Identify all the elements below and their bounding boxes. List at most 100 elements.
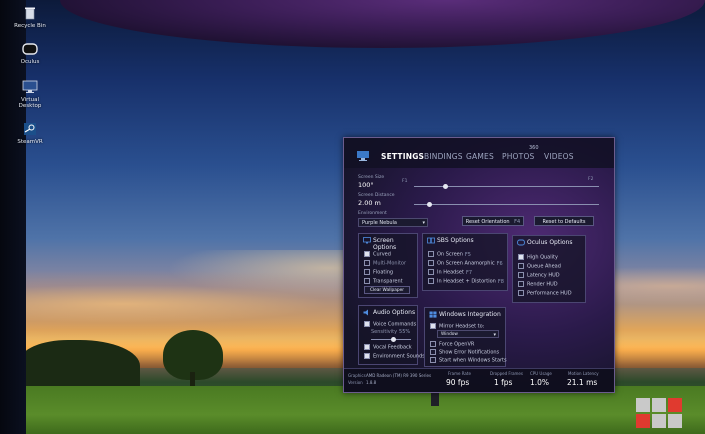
option-multi-monitor[interactable]: Multi-Monitor <box>364 260 406 267</box>
tab-settings[interactable]: SETTINGS <box>381 152 424 161</box>
option-key: F7 <box>465 269 473 276</box>
environment-dropdown[interactable]: Purple Nebula ▾ <box>358 218 428 227</box>
option-sbs-in-headset[interactable]: In Headset F7 <box>428 269 472 276</box>
sbs-options-box: SBS Options On Screen F5 On Screen Anamor… <box>422 233 508 291</box>
option-label: Start when Windows Starts <box>439 357 507 364</box>
option-sensitivity: Sensitivity 55% <box>371 329 410 335</box>
environment-selected: Purple Nebula <box>362 220 397 226</box>
option-sbs-anamorphic[interactable]: On Screen Anamorphic F6 <box>428 260 503 267</box>
watermark-square <box>636 414 650 428</box>
checkbox[interactable] <box>364 344 370 350</box>
checkbox[interactable] <box>518 263 524 269</box>
mirror-target-dropdown[interactable]: Window ▾ <box>437 330 499 338</box>
option-transparent[interactable]: Transparent <box>364 278 403 285</box>
option-label: Sensitivity <box>371 329 398 335</box>
option-key: F8 <box>497 278 504 285</box>
checkbox[interactable] <box>428 260 434 266</box>
option-environment-sounds[interactable]: Environment Sounds <box>364 353 425 360</box>
option-render-hud[interactable]: Render HUD <box>518 281 558 288</box>
screen-size-slider-knob[interactable] <box>443 184 448 189</box>
watermark-square <box>652 414 666 428</box>
checkbox[interactable] <box>364 269 370 275</box>
desktop-icon-label: SteamVR <box>17 139 43 145</box>
watermark-logo <box>636 398 698 428</box>
screen-size-slider[interactable] <box>414 186 599 187</box>
checkbox[interactable] <box>518 254 524 260</box>
option-label: Queue Ahead <box>527 263 561 270</box>
checkbox[interactable] <box>428 278 434 284</box>
reset-defaults-button[interactable]: Reset to Defaults <box>534 216 594 226</box>
checkbox[interactable] <box>430 357 436 363</box>
checkbox[interactable] <box>428 251 434 257</box>
desktop-icon-label: Recycle Bin <box>14 23 46 29</box>
reset-orientation-button[interactable]: Reset Orientation F4 <box>462 216 524 226</box>
gpu-label: Graphics <box>348 373 366 378</box>
chevron-down-icon: ▾ <box>493 332 496 338</box>
checkbox[interactable] <box>518 272 524 278</box>
metric-label: Dropped Frames <box>490 371 523 376</box>
checkbox[interactable] <box>364 260 370 266</box>
clear-wallpaper-button[interactable]: Clear Wallpaper <box>364 286 410 294</box>
top-navigation: SETTINGS BINDINGS GAMES 360 PHOTOS VIDEO… <box>344 138 614 168</box>
screen-size-value: 100° <box>358 181 374 189</box>
screen-distance-slider-knob[interactable] <box>427 202 432 207</box>
screen-size-hint-right: F2 <box>588 177 594 182</box>
desktop-icon-oculus[interactable]: Oculus <box>8 40 52 65</box>
frame-rate-value: 90 fps <box>446 378 470 387</box>
tab-games[interactable]: GAMES <box>466 152 494 161</box>
option-label: On Screen <box>437 251 463 258</box>
option-label: Curved <box>373 251 391 258</box>
desktop-icon-virtual-desktop[interactable]: Virtual Desktop <box>8 78 52 109</box>
option-vocal-feedback[interactable]: Vocal Feedback <box>364 344 412 351</box>
checkbox[interactable] <box>430 323 436 329</box>
option-sbs-in-headset-distortion[interactable]: In Headset + Distortion F8 <box>428 278 504 285</box>
checkbox[interactable] <box>518 281 524 287</box>
checkbox[interactable] <box>364 251 370 257</box>
oculus-options-box: Oculus Options High Quality Queue Ahead … <box>512 235 586 303</box>
screen-distance-slider[interactable] <box>414 204 599 205</box>
option-curved[interactable]: Curved <box>364 251 391 258</box>
option-label: Mirror Headset to: <box>439 323 485 330</box>
tab-videos[interactable]: VIDEOS <box>544 152 574 161</box>
option-label: Performance HUD <box>527 290 572 297</box>
sensitivity-slider-knob[interactable] <box>390 337 396 342</box>
checkbox[interactable] <box>518 290 524 296</box>
option-performance-hud[interactable]: Performance HUD <box>518 290 572 297</box>
audio-options-box: Audio Options Voice Commands Sensitivity… <box>358 305 425 365</box>
checkbox[interactable] <box>430 341 436 347</box>
photos-360-badge: 360 <box>529 145 539 151</box>
oculus-icon <box>21 40 39 58</box>
option-sbs-on-screen[interactable]: On Screen F5 <box>428 251 471 258</box>
oculus-icon <box>517 239 525 246</box>
option-mirror-headset[interactable]: Mirror Headset to: <box>430 323 484 330</box>
speaker-icon <box>363 309 368 316</box>
desktop-icon-label: Virtual Desktop <box>18 97 42 110</box>
checkbox[interactable] <box>364 321 370 327</box>
option-start-with-windows[interactable]: Start when Windows Starts <box>430 357 507 364</box>
tab-bindings[interactable]: BINDINGS <box>424 152 463 161</box>
option-label: In Headset + Distortion <box>437 278 496 285</box>
desktop-icon-label: Oculus <box>20 59 40 65</box>
desktop-icon-recycle-bin[interactable]: Recycle Bin <box>8 4 52 29</box>
option-queue-ahead[interactable]: Queue Ahead <box>518 263 561 270</box>
checkbox[interactable] <box>428 269 434 275</box>
checkbox[interactable] <box>430 349 436 355</box>
checkbox[interactable] <box>364 278 370 284</box>
option-label: High Quality <box>527 254 558 261</box>
option-label: Voice Commands <box>373 321 417 328</box>
option-label: Force OpenVR <box>439 341 475 348</box>
option-floating[interactable]: Floating <box>364 269 393 276</box>
option-latency-hud[interactable]: Latency HUD <box>518 272 560 279</box>
windows-integration-box: Windows Integration Mirror Headset to: W… <box>424 307 507 367</box>
tab-photos[interactable]: PHOTOS <box>502 152 535 161</box>
option-high-quality[interactable]: High Quality <box>518 254 558 261</box>
option-label: Multi-Monitor <box>373 260 407 267</box>
option-show-error-notifications[interactable]: Show Error Notifications <box>430 349 499 356</box>
option-voice-commands[interactable]: Voice Commands <box>364 321 416 328</box>
option-label: Environment Sounds <box>373 353 425 360</box>
option-label: Latency HUD <box>527 272 560 279</box>
checkbox[interactable] <box>364 353 370 359</box>
desktop-icon-steamvr[interactable]: SteamVR <box>8 120 52 145</box>
metric-label: CPU Usage <box>530 371 552 376</box>
option-force-openvr[interactable]: Force OpenVR <box>430 341 474 348</box>
